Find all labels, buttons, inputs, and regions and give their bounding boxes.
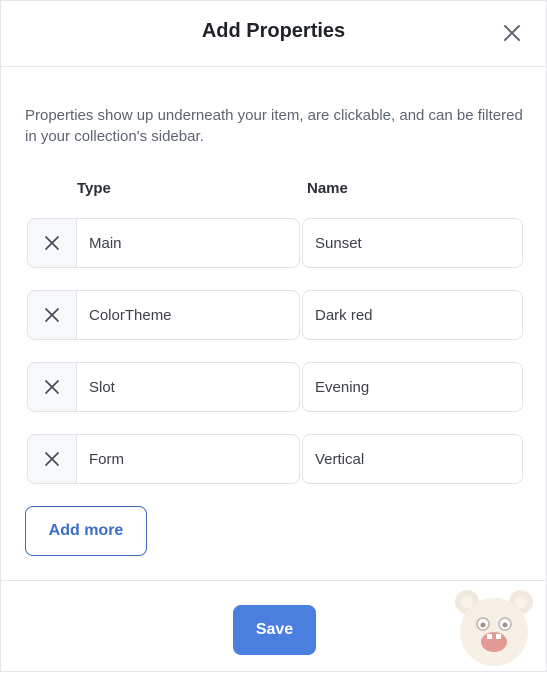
property-type-group: Slot — [27, 362, 300, 412]
bear-mascot-icon — [451, 584, 537, 670]
save-button[interactable]: Save — [233, 605, 316, 655]
property-type-group: Form — [27, 434, 300, 484]
property-name-input[interactable]: Evening — [302, 362, 523, 412]
property-type-input[interactable]: Main — [77, 219, 299, 267]
remove-property-button[interactable] — [28, 291, 77, 339]
dialog-description: Properties show up underneath your item,… — [25, 107, 523, 145]
x-icon — [45, 452, 59, 466]
property-type-group: ColorTheme — [27, 290, 300, 340]
x-icon — [45, 308, 59, 322]
property-type-group: Main — [27, 218, 300, 268]
property-type-input[interactable]: Form — [77, 435, 299, 483]
property-row: Main Sunset — [27, 218, 523, 268]
property-type-input[interactable]: Slot — [77, 363, 299, 411]
x-icon — [45, 380, 59, 394]
remove-property-button[interactable] — [28, 435, 77, 483]
close-icon[interactable] — [502, 23, 522, 43]
add-more-button[interactable]: Add more — [25, 506, 147, 556]
property-row: Form Vertical — [27, 434, 523, 484]
add-properties-dialog: Add Properties Properties show up undern… — [0, 0, 547, 672]
dialog-header: Add Properties — [1, 1, 546, 67]
remove-property-button[interactable] — [28, 363, 77, 411]
property-type-input[interactable]: ColorTheme — [77, 291, 299, 339]
property-row: ColorTheme Dark red — [27, 290, 523, 340]
property-name-input[interactable]: Dark red — [302, 290, 523, 340]
x-icon — [45, 236, 59, 250]
property-row: Slot Evening — [27, 362, 523, 412]
property-name-input[interactable]: Vertical — [302, 434, 523, 484]
remove-property-button[interactable] — [28, 219, 77, 267]
name-column-header: Name — [307, 180, 348, 197]
property-name-input[interactable]: Sunset — [302, 218, 523, 268]
type-column-header: Type — [77, 180, 111, 197]
dialog-title: Add Properties — [201, 20, 346, 42]
